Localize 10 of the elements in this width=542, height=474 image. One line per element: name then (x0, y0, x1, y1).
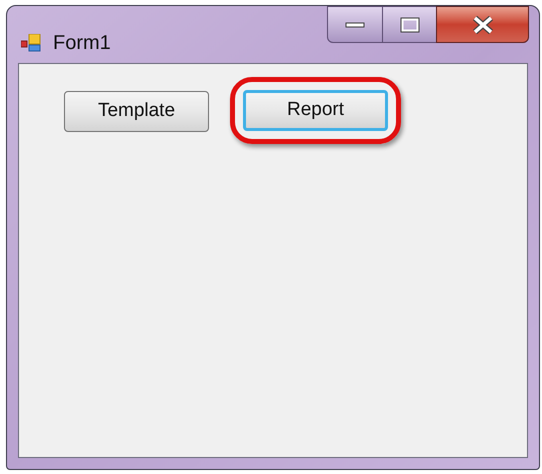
maximize-icon (400, 16, 420, 32)
window-title: Form1 (53, 31, 111, 56)
close-icon (472, 16, 494, 34)
form-button[interactable]: Report (243, 90, 388, 131)
minimize-icon (345, 22, 365, 28)
close-button[interactable] (436, 6, 529, 43)
app-icon (21, 34, 43, 52)
maximize-button[interactable] (383, 6, 436, 43)
minimize-button[interactable] (327, 6, 383, 43)
form-button[interactable]: Template (64, 91, 209, 132)
